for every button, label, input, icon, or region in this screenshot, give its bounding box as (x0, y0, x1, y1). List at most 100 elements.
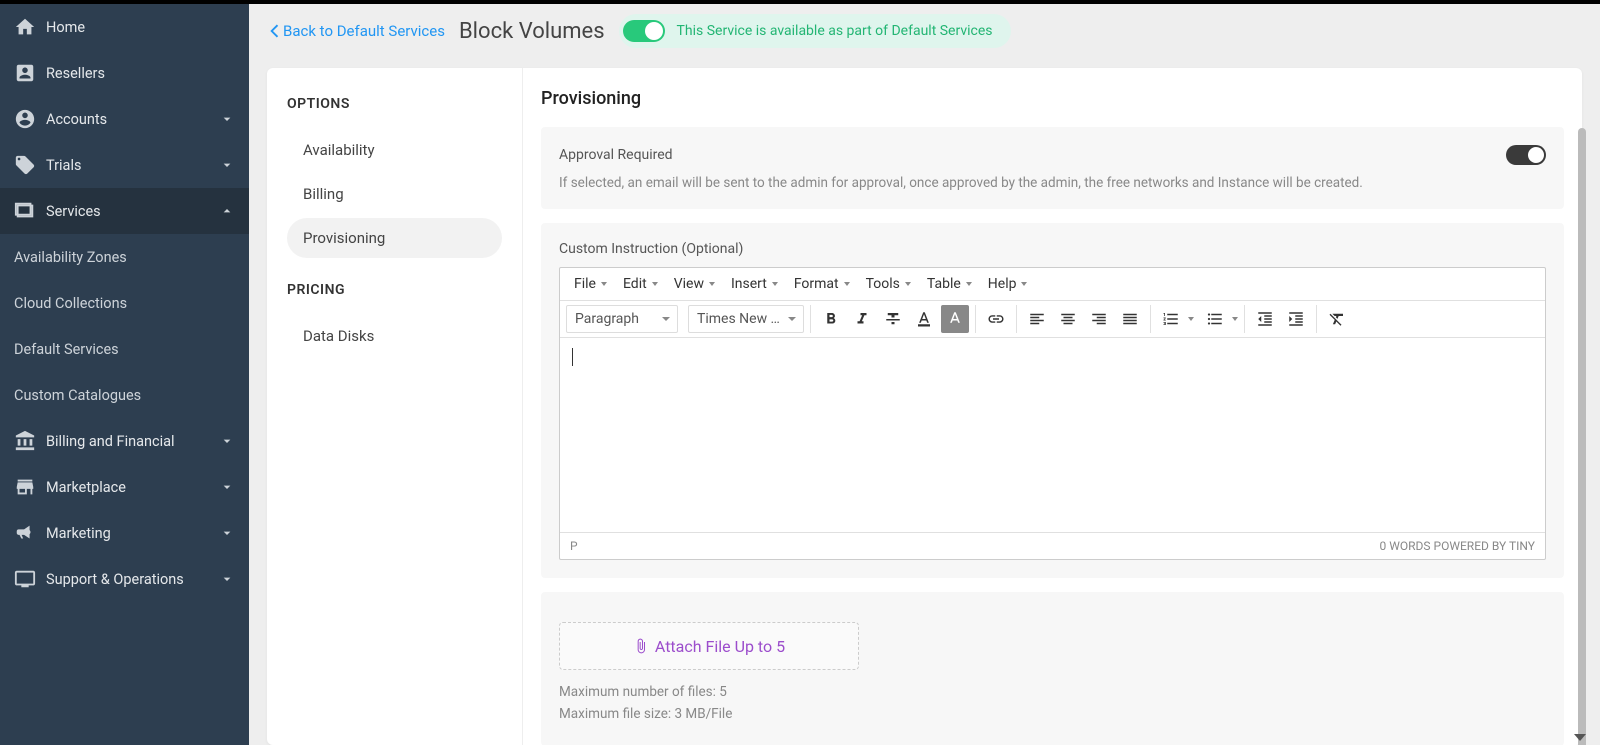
align-center-button[interactable] (1054, 305, 1082, 333)
italic-button[interactable] (848, 305, 876, 333)
sidebar-label: Resellers (46, 65, 235, 82)
chevron-down-icon (219, 479, 235, 495)
approval-toggle[interactable] (1506, 145, 1546, 165)
editor-path: P (570, 539, 578, 553)
approval-help-text: If selected, an email will be sent to th… (559, 175, 1546, 191)
custom-instruction-section: Custom Instruction (Optional) File Edit … (541, 223, 1564, 578)
scroll-down-arrow[interactable] (1574, 734, 1590, 741)
sidebar-label: Marketplace (46, 479, 219, 496)
options-heading: OPTIONS (287, 96, 502, 112)
editor-content-area[interactable] (560, 338, 1545, 532)
sidebar-label: Services (46, 203, 219, 220)
editor-menu-tools[interactable]: Tools (858, 270, 919, 298)
paperclip-icon (633, 636, 649, 656)
chevron-down-icon (219, 525, 235, 541)
text-color-button[interactable] (910, 305, 938, 333)
sidebar-sub-custom-catalogues[interactable]: Custom Catalogues (0, 372, 249, 418)
sidebar-label: Support & Operations (46, 571, 219, 588)
monitor-icon (14, 568, 36, 590)
editor-menu-insert[interactable]: Insert (723, 270, 786, 298)
scrollbar-thumb[interactable] (1578, 128, 1586, 745)
sidebar-item-support-operations[interactable]: Support & Operations (0, 556, 249, 602)
sidebar-sub-label: Default Services (14, 341, 119, 358)
megaphone-icon (14, 522, 36, 544)
sidebar-label: Trials (46, 157, 219, 174)
strikethrough-button[interactable] (879, 305, 907, 333)
stack-icon (14, 200, 36, 222)
bold-button[interactable] (817, 305, 845, 333)
chevron-down-icon (219, 111, 235, 127)
sidebar-item-marketing[interactable]: Marketing (0, 510, 249, 556)
editor-menu-help[interactable]: Help (980, 270, 1036, 298)
page-title: Block Volumes (459, 19, 605, 44)
sidebar-label: Marketing (46, 525, 219, 542)
background-color-button[interactable] (941, 305, 969, 333)
editor-menu-file[interactable]: File (566, 270, 615, 298)
editor-menu-table[interactable]: Table (919, 270, 980, 298)
align-justify-button[interactable] (1116, 305, 1144, 333)
rich-text-editor: File Edit View Insert Format Tools Table… (559, 267, 1546, 560)
sidebar-label: Accounts (46, 111, 219, 128)
home-icon (14, 16, 36, 38)
max-files-text: Maximum number of files: 5 (559, 684, 1546, 700)
sidebar-sub-cloud-collections[interactable]: Cloud Collections (0, 280, 249, 326)
sidebar-item-resellers[interactable]: Resellers (0, 50, 249, 96)
tag-icon (14, 154, 36, 176)
sidebar-item-marketplace[interactable]: Marketplace (0, 464, 249, 510)
service-toggle[interactable] (623, 20, 665, 42)
sidebar-sub-default-services[interactable]: Default Services (0, 326, 249, 372)
provisioning-title: Provisioning (541, 88, 1564, 109)
scrollbar-track[interactable] (1578, 128, 1586, 745)
chevron-down-icon (219, 571, 235, 587)
sidebar-item-trials[interactable]: Trials (0, 142, 249, 188)
dropdown-caret-icon (1232, 317, 1238, 321)
service-availability-badge: This Service is available as part of Def… (619, 14, 1011, 48)
store-icon (14, 476, 36, 498)
sidebar-sub-label: Cloud Collections (14, 295, 127, 312)
service-badge-text: This Service is available as part of Def… (677, 23, 993, 39)
chevron-down-icon (219, 433, 235, 449)
pricing-heading: PRICING (287, 282, 502, 298)
numbered-list-button[interactable] (1157, 305, 1185, 333)
outdent-button[interactable] (1251, 305, 1279, 333)
text-cursor-icon (572, 348, 573, 366)
sidebar-item-home[interactable]: Home (0, 4, 249, 50)
max-size-text: Maximum file size: 3 MB/File (559, 706, 1546, 722)
editor-menu-view[interactable]: View (666, 270, 723, 298)
pricing-data-disks[interactable]: Data Disks (287, 316, 502, 356)
sidebar-item-services[interactable]: Services (0, 188, 249, 234)
content-card: OPTIONS Availability Billing Provisionin… (267, 68, 1582, 745)
option-availability[interactable]: Availability (287, 130, 502, 170)
align-right-button[interactable] (1085, 305, 1113, 333)
option-billing[interactable]: Billing (287, 174, 502, 214)
dropdown-caret-icon (1188, 317, 1194, 321)
editor-status-right: 0 WORDS POWERED BY TINY (1379, 539, 1535, 553)
editor-menu-edit[interactable]: Edit (615, 270, 666, 298)
option-provisioning[interactable]: Provisioning (287, 218, 502, 258)
sidebar-item-billing-financial[interactable]: Billing and Financial (0, 418, 249, 464)
sidebar: Home Resellers Accounts Trials Services … (0, 0, 249, 745)
main-area: Back to Default Services Block Volumes T… (249, 0, 1600, 745)
sidebar-sub-label: Custom Catalogues (14, 387, 141, 404)
back-link[interactable]: Back to Default Services (269, 22, 445, 40)
sidebar-label: Billing and Financial (46, 433, 219, 450)
bullet-list-button[interactable] (1201, 305, 1229, 333)
clear-format-button[interactable] (1323, 305, 1351, 333)
sidebar-item-accounts[interactable]: Accounts (0, 96, 249, 142)
link-button[interactable] (982, 305, 1010, 333)
option-label: Availability (303, 141, 375, 159)
paragraph-select[interactable]: Paragraph (566, 305, 678, 333)
pricing-label: Data Disks (303, 327, 374, 345)
bank-icon (14, 430, 36, 452)
editor-menu-format[interactable]: Format (786, 270, 858, 298)
align-left-button[interactable] (1023, 305, 1051, 333)
provisioning-column: Provisioning Approval Required If select… (523, 68, 1582, 745)
sidebar-sub-availability-zones[interactable]: Availability Zones (0, 234, 249, 280)
font-family-select[interactable]: Times New … (688, 305, 804, 333)
chevron-left-icon (269, 24, 279, 38)
indent-button[interactable] (1282, 305, 1310, 333)
attach-file-button[interactable]: Attach File Up to 5 (559, 622, 859, 670)
approval-section: Approval Required If selected, an email … (541, 127, 1564, 209)
sidebar-label: Home (46, 19, 235, 36)
chevron-up-icon (219, 203, 235, 219)
